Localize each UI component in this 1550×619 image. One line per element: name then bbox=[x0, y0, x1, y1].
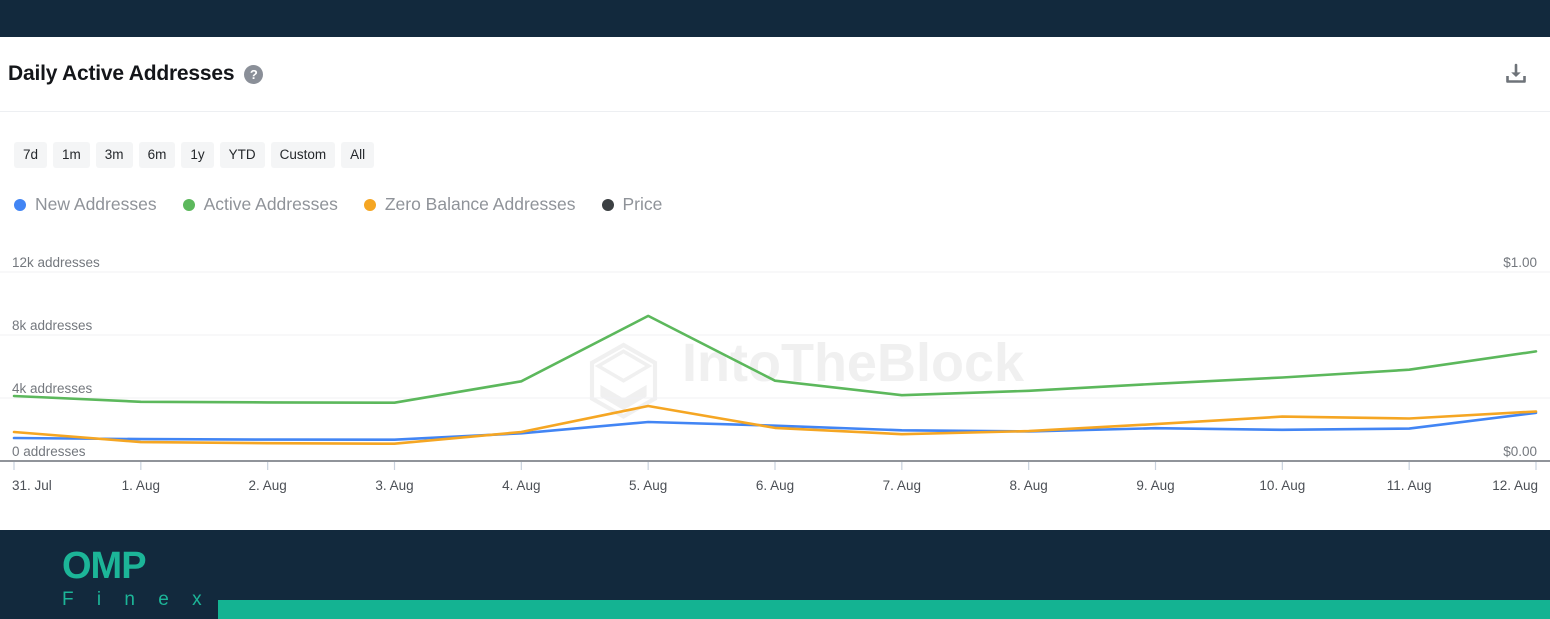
legend-label: Price bbox=[622, 194, 663, 214]
y-axis-left-tick-label: 4k addresses bbox=[12, 381, 93, 396]
x-axis-tick-label: 6. Aug bbox=[756, 478, 794, 493]
time-range-selector[interactable]: 7d 1m 3m 6m 1y YTD Custom All bbox=[14, 142, 375, 168]
chart-axes bbox=[0, 460, 1550, 470]
download-icon[interactable] bbox=[1502, 60, 1530, 88]
y-axis-left-tick-label: 8k addresses bbox=[12, 318, 93, 333]
x-axis-tick-label: 31. Jul bbox=[12, 478, 52, 493]
x-axis-tick-label: 2. Aug bbox=[249, 478, 287, 493]
legend-label: Zero Balance Addresses bbox=[384, 194, 576, 214]
range-button-custom[interactable]: Custom bbox=[270, 142, 336, 168]
x-axis-tick-label: 4. Aug bbox=[502, 478, 540, 493]
chart-plot-area[interactable]: IntoTheBlock 0 addresses 4k addresses 8k a… bbox=[0, 250, 1550, 515]
top-navigation-bar bbox=[0, 0, 1550, 37]
chart-legend: New Addresses Active Addresses Zero Bala… bbox=[14, 194, 662, 215]
omp-finex-logo[interactable]: OMP F i n e x bbox=[62, 547, 211, 609]
range-button-1m[interactable]: 1m bbox=[53, 142, 90, 168]
legend-dot-icon bbox=[14, 198, 26, 211]
range-button-6m[interactable]: 6m bbox=[138, 142, 176, 168]
range-button-all[interactable]: All bbox=[341, 142, 375, 168]
x-axis-tick-label: 3. Aug bbox=[375, 478, 413, 493]
y-axis-right-tick-label: $0.00 bbox=[1503, 444, 1537, 459]
intotheblock-watermark: IntoTheBlock bbox=[589, 333, 1025, 419]
x-axis-tick-label: 9. Aug bbox=[1136, 478, 1174, 493]
x-axis-tick-label: 11. Aug bbox=[1387, 478, 1432, 493]
legend-item-zero-balance-addresses[interactable]: Zero Balance Addresses bbox=[363, 194, 576, 215]
y-axis-left-tick-label: 12k addresses bbox=[12, 255, 100, 270]
x-axis-tick-label: 10. Aug bbox=[1259, 478, 1305, 493]
x-axis-tick-label: 5. Aug bbox=[629, 478, 667, 493]
legend-item-active-addresses[interactable]: Active Addresses bbox=[182, 194, 338, 215]
x-axis-tick-label: 12. Aug bbox=[1492, 478, 1538, 493]
logo-secondary-text: F i n e x bbox=[62, 589, 211, 610]
x-axis-tick-label: 8. Aug bbox=[1010, 478, 1048, 493]
x-axis-tick-label: 7. Aug bbox=[883, 478, 921, 493]
watermark-text: IntoTheBlock bbox=[682, 333, 1025, 393]
page-root: Daily Active Addresses ? 7d 1m 3m 6m 1y … bbox=[0, 0, 1550, 619]
x-axis-tick-label: 1. Aug bbox=[122, 478, 160, 493]
chart-card-header: Daily Active Addresses ? bbox=[0, 37, 1550, 112]
footer-accent-bar bbox=[218, 600, 1550, 619]
range-button-3m[interactable]: 3m bbox=[95, 142, 133, 168]
legend-dot-icon bbox=[601, 198, 614, 211]
question-mark-icon[interactable]: ? bbox=[244, 64, 264, 84]
legend-label: New Addresses bbox=[35, 194, 157, 214]
range-button-ytd[interactable]: YTD bbox=[219, 142, 265, 168]
range-button-1y[interactable]: 1y bbox=[181, 142, 214, 168]
legend-item-new-addresses[interactable]: New Addresses bbox=[14, 194, 157, 215]
legend-label: Active Addresses bbox=[203, 194, 338, 214]
legend-item-price[interactable]: Price bbox=[601, 194, 663, 215]
page-title: Daily Active Addresses bbox=[8, 62, 235, 85]
y-axis-left-tick-label: 0 addresses bbox=[12, 444, 86, 459]
legend-dot-icon bbox=[182, 198, 195, 211]
logo-primary-text: OMP bbox=[62, 545, 147, 587]
range-button-7d[interactable]: 7d bbox=[14, 142, 48, 168]
legend-dot-icon bbox=[363, 198, 376, 211]
line-chart[interactable]: IntoTheBlock 0 addresses 4k addresses 8k a… bbox=[0, 250, 1550, 515]
y-axis-right-tick-label: $1.00 bbox=[1503, 255, 1537, 270]
